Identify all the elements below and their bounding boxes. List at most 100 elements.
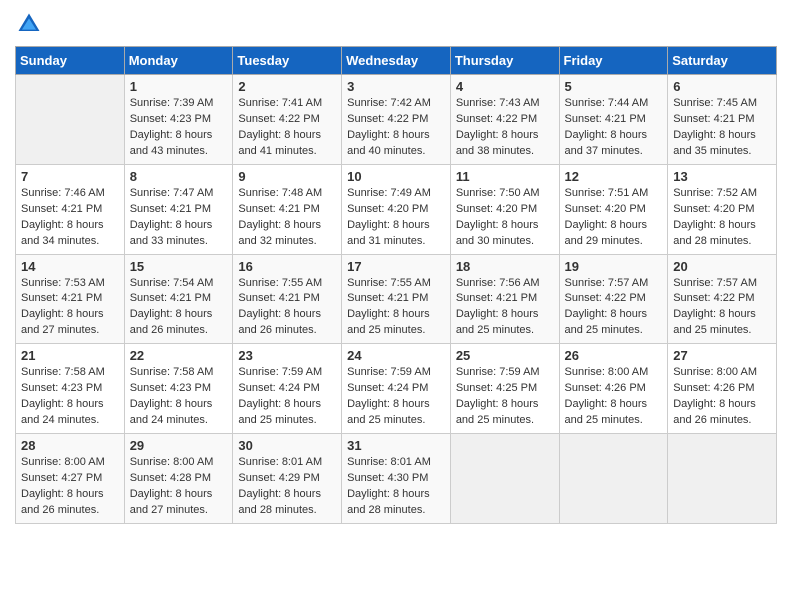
calendar-cell: 4 Sunrise: 7:43 AMSunset: 4:22 PMDaylight… xyxy=(450,75,559,165)
week-row-5: 28 Sunrise: 8:00 AMSunset: 4:27 PMDayligh… xyxy=(16,434,777,524)
week-row-2: 7 Sunrise: 7:46 AMSunset: 4:21 PMDaylight… xyxy=(16,164,777,254)
calendar-cell: 3 Sunrise: 7:42 AMSunset: 4:22 PMDaylight… xyxy=(342,75,451,165)
day-number: 4 xyxy=(456,79,554,94)
day-number: 22 xyxy=(130,348,228,363)
calendar-cell: 8 Sunrise: 7:47 AMSunset: 4:21 PMDaylight… xyxy=(124,164,233,254)
cell-content: Sunrise: 7:59 AMSunset: 4:24 PMDaylight:… xyxy=(347,365,445,429)
day-header-friday: Friday xyxy=(559,47,668,75)
day-number: 27 xyxy=(673,348,771,363)
cell-content: Sunrise: 7:46 AMSunset: 4:21 PMDaylight:… xyxy=(21,186,119,250)
day-number: 7 xyxy=(21,169,119,184)
day-number: 1 xyxy=(130,79,228,94)
day-number: 23 xyxy=(238,348,336,363)
logo xyxy=(15,10,47,38)
cell-content: Sunrise: 7:54 AMSunset: 4:21 PMDaylight:… xyxy=(130,276,228,340)
calendar-cell: 17 Sunrise: 7:55 AMSunset: 4:21 PMDayligh… xyxy=(342,254,451,344)
cell-content: Sunrise: 7:56 AMSunset: 4:21 PMDaylight:… xyxy=(456,276,554,340)
cell-content: Sunrise: 8:00 AMSunset: 4:26 PMDaylight:… xyxy=(565,365,663,429)
calendar-cell: 13 Sunrise: 7:52 AMSunset: 4:20 PMDayligh… xyxy=(668,164,777,254)
day-number: 18 xyxy=(456,259,554,274)
calendar-cell: 22Sunrise: 7:58 AMSunset: 4:23 PMDayligh… xyxy=(124,344,233,434)
calendar-cell xyxy=(16,75,125,165)
day-number: 31 xyxy=(347,438,445,453)
page-header xyxy=(15,10,777,38)
calendar-cell: 28 Sunrise: 8:00 AMSunset: 4:27 PMDayligh… xyxy=(16,434,125,524)
cell-content: Sunrise: 7:59 AMSunset: 4:24 PMDaylight:… xyxy=(238,365,336,429)
cell-content: Sunrise: 7:47 AMSunset: 4:21 PMDaylight:… xyxy=(130,186,228,250)
calendar-cell: 14 Sunrise: 7:53 AMSunset: 4:21 PMDayligh… xyxy=(16,254,125,344)
cell-content: Sunrise: 7:49 AMSunset: 4:20 PMDaylight:… xyxy=(347,186,445,250)
day-number: 28 xyxy=(21,438,119,453)
week-row-3: 14 Sunrise: 7:53 AMSunset: 4:21 PMDayligh… xyxy=(16,254,777,344)
day-number: 10 xyxy=(347,169,445,184)
cell-content: Sunrise: 7:39 AMSunset: 4:23 PMDaylight:… xyxy=(130,96,228,160)
day-header-thursday: Thursday xyxy=(450,47,559,75)
cell-content: Sunrise: 7:52 AMSunset: 4:20 PMDaylight:… xyxy=(673,186,771,250)
cell-content: Sunrise: 7:43 AMSunset: 4:22 PMDaylight:… xyxy=(456,96,554,160)
cell-content: Sunrise: 7:55 AMSunset: 4:21 PMDaylight:… xyxy=(238,276,336,340)
day-number: 12 xyxy=(565,169,663,184)
cell-content: Sunrise: 8:01 AMSunset: 4:30 PMDaylight:… xyxy=(347,455,445,519)
calendar-cell: 16 Sunrise: 7:55 AMSunset: 4:21 PMDayligh… xyxy=(233,254,342,344)
week-row-1: 1 Sunrise: 7:39 AMSunset: 4:23 PMDaylight… xyxy=(16,75,777,165)
calendar-cell xyxy=(450,434,559,524)
cell-content: Sunrise: 7:51 AMSunset: 4:20 PMDaylight:… xyxy=(565,186,663,250)
calendar-cell: 5 Sunrise: 7:44 AMSunset: 4:21 PMDaylight… xyxy=(559,75,668,165)
day-number: 15 xyxy=(130,259,228,274)
day-number: 5 xyxy=(565,79,663,94)
calendar-cell: 23 Sunrise: 7:59 AMSunset: 4:24 PMDayligh… xyxy=(233,344,342,434)
cell-content: Sunrise: 8:00 AMSunset: 4:28 PMDaylight:… xyxy=(130,455,228,519)
calendar-cell: 9 Sunrise: 7:48 AMSunset: 4:21 PMDaylight… xyxy=(233,164,342,254)
cell-content: Sunrise: 7:44 AMSunset: 4:21 PMDaylight:… xyxy=(565,96,663,160)
calendar-cell: 24 Sunrise: 7:59 AMSunset: 4:24 PMDayligh… xyxy=(342,344,451,434)
day-header-monday: Monday xyxy=(124,47,233,75)
cell-content: Sunrise: 8:00 AMSunset: 4:27 PMDaylight:… xyxy=(21,455,119,519)
day-number: 30 xyxy=(238,438,336,453)
day-number: 6 xyxy=(673,79,771,94)
calendar-cell: 10 Sunrise: 7:49 AMSunset: 4:20 PMDayligh… xyxy=(342,164,451,254)
calendar-cell xyxy=(668,434,777,524)
day-number: 8 xyxy=(130,169,228,184)
cell-content: Sunrise: 7:53 AMSunset: 4:21 PMDaylight:… xyxy=(21,276,119,340)
cell-content: Sunrise: 7:41 AMSunset: 4:22 PMDaylight:… xyxy=(238,96,336,160)
day-header-saturday: Saturday xyxy=(668,47,777,75)
day-number: 17 xyxy=(347,259,445,274)
cell-content: Sunrise: 7:42 AMSunset: 4:22 PMDaylight:… xyxy=(347,96,445,160)
cell-content: Sunrise: 7:45 AMSunset: 4:21 PMDaylight:… xyxy=(673,96,771,160)
cell-content: Sunrise: 7:57 AMSunset: 4:22 PMDaylight:… xyxy=(565,276,663,340)
day-number: 20 xyxy=(673,259,771,274)
calendar-cell xyxy=(559,434,668,524)
cell-content: Sunrise: 7:50 AMSunset: 4:20 PMDaylight:… xyxy=(456,186,554,250)
day-number: 29 xyxy=(130,438,228,453)
cell-content: Sunrise: 7:55 AMSunset: 4:21 PMDaylight:… xyxy=(347,276,445,340)
header-row: SundayMondayTuesdayWednesdayThursdayFrid… xyxy=(16,47,777,75)
calendar-cell: 11 Sunrise: 7:50 AMSunset: 4:20 PMDayligh… xyxy=(450,164,559,254)
calendar-cell: 18 Sunrise: 7:56 AMSunset: 4:21 PMDayligh… xyxy=(450,254,559,344)
calendar-cell: 25Sunrise: 7:59 AMSunset: 4:25 PMDayligh… xyxy=(450,344,559,434)
day-number: 16 xyxy=(238,259,336,274)
calendar-cell: 26 Sunrise: 8:00 AMSunset: 4:26 PMDayligh… xyxy=(559,344,668,434)
day-number: 14 xyxy=(21,259,119,274)
day-number: 2 xyxy=(238,79,336,94)
calendar-cell: 7 Sunrise: 7:46 AMSunset: 4:21 PMDaylight… xyxy=(16,164,125,254)
day-number: 24 xyxy=(347,348,445,363)
calendar-cell: 6 Sunrise: 7:45 AMSunset: 4:21 PMDaylight… xyxy=(668,75,777,165)
calendar-cell: 19Sunrise: 7:57 AMSunset: 4:22 PMDayligh… xyxy=(559,254,668,344)
cell-content: Sunrise: 7:48 AMSunset: 4:21 PMDaylight:… xyxy=(238,186,336,250)
calendar-cell: 20 Sunrise: 7:57 AMSunset: 4:22 PMDayligh… xyxy=(668,254,777,344)
day-number: 9 xyxy=(238,169,336,184)
day-number: 3 xyxy=(347,79,445,94)
calendar-cell: 21Sunrise: 7:58 AMSunset: 4:23 PMDayligh… xyxy=(16,344,125,434)
calendar-cell: 1 Sunrise: 7:39 AMSunset: 4:23 PMDaylight… xyxy=(124,75,233,165)
calendar-cell: 12 Sunrise: 7:51 AMSunset: 4:20 PMDayligh… xyxy=(559,164,668,254)
day-number: 13 xyxy=(673,169,771,184)
calendar-table: SundayMondayTuesdayWednesdayThursdayFrid… xyxy=(15,46,777,524)
day-number: 26 xyxy=(565,348,663,363)
cell-content: Sunrise: 7:57 AMSunset: 4:22 PMDaylight:… xyxy=(673,276,771,340)
logo-icon xyxy=(15,10,43,38)
cell-content: Sunrise: 7:58 AMSunset: 4:23 PMDaylight:… xyxy=(21,365,119,429)
calendar-cell: 31 Sunrise: 8:01 AMSunset: 4:30 PMDayligh… xyxy=(342,434,451,524)
week-row-4: 21Sunrise: 7:58 AMSunset: 4:23 PMDayligh… xyxy=(16,344,777,434)
day-number: 11 xyxy=(456,169,554,184)
cell-content: Sunrise: 7:59 AMSunset: 4:25 PMDaylight:… xyxy=(456,365,554,429)
